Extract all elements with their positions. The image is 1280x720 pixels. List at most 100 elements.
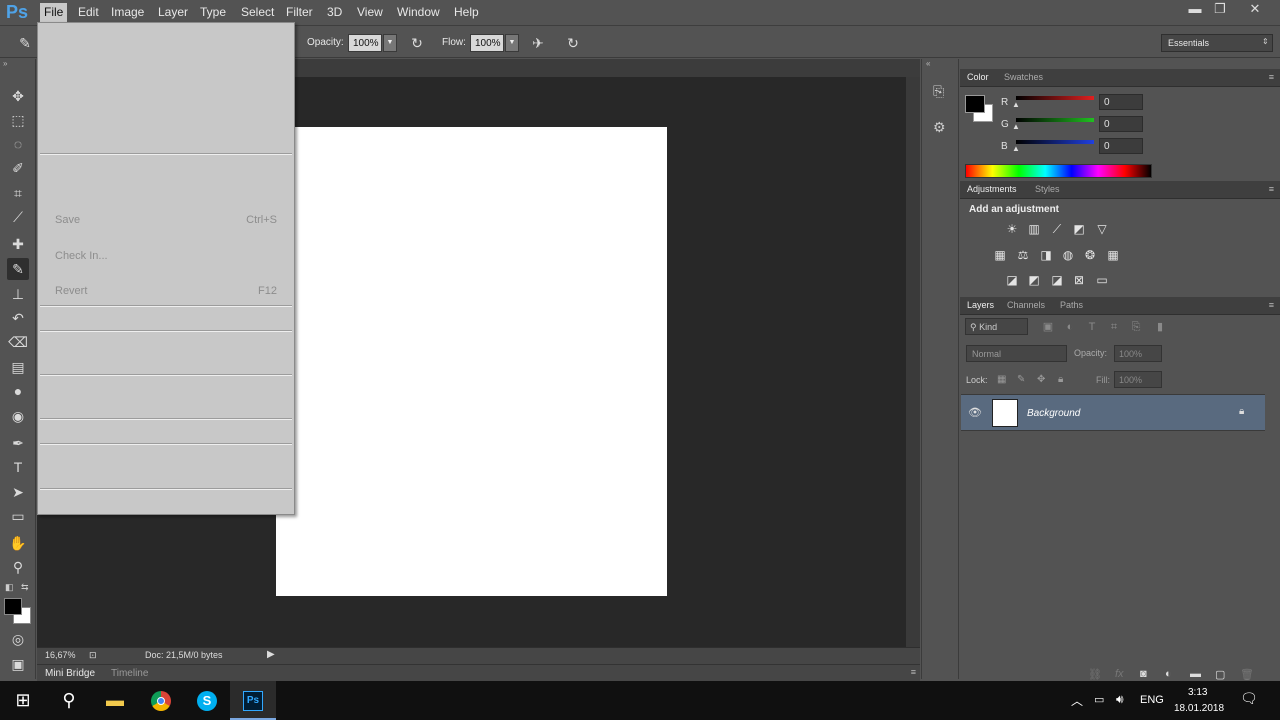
- filter-pixel-icon[interactable]: ▣: [1041, 320, 1055, 334]
- clock-date[interactable]: 18.01.2018: [1174, 703, 1224, 714]
- quick-selection-tool-icon[interactable]: ✐: [7, 157, 29, 179]
- color-balance-icon[interactable]: ⚖: [1015, 247, 1031, 263]
- brush-tool-icon[interactable]: ✎: [7, 258, 29, 280]
- chrome-icon[interactable]: [138, 681, 184, 720]
- status-menu-arrow-icon[interactable]: ▶: [267, 649, 275, 660]
- pressure-size-icon[interactable]: ↻: [564, 34, 582, 52]
- clone-stamp-tool-icon[interactable]: ⊥: [7, 283, 29, 305]
- status-info-icon[interactable]: ⊡: [89, 650, 97, 661]
- levels-icon[interactable]: ▥: [1026, 221, 1042, 237]
- lasso-tool-icon[interactable]: ◌: [7, 133, 29, 155]
- tray-chevron-icon[interactable]: ︿: [1071, 692, 1083, 709]
- filter-shape-icon[interactable]: ⌗: [1107, 320, 1121, 334]
- new-adjustment-layer-icon[interactable]: ◐: [1165, 668, 1172, 680]
- lock-pixels-icon[interactable]: ✎: [1017, 374, 1025, 385]
- photo-filter-icon[interactable]: ◍: [1060, 247, 1076, 263]
- exposure-icon[interactable]: ◩: [1071, 221, 1087, 237]
- blend-mode-select[interactable]: Normal: [966, 345, 1067, 362]
- brightness-contrast-icon[interactable]: ☀: [1004, 221, 1020, 237]
- channel-g-value[interactable]: 0: [1099, 116, 1143, 132]
- close-button[interactable]: ✕: [1240, 0, 1270, 20]
- history-panel-icon[interactable]: ⎘: [933, 83, 944, 100]
- layers-panel-menu-icon[interactable]: ≡: [1269, 300, 1274, 310]
- airbrush-icon[interactable]: ✈: [529, 34, 547, 52]
- add-mask-icon[interactable]: ◙: [1140, 668, 1147, 680]
- gradient-tool-icon[interactable]: ▤: [7, 356, 29, 378]
- menu-item-save[interactable]: Save: [55, 214, 80, 226]
- quick-mask-icon[interactable]: ◎: [7, 628, 29, 650]
- menu-item-check-in[interactable]: Check In...: [55, 250, 108, 262]
- path-selection-tool-icon[interactable]: ➤: [7, 481, 29, 503]
- photoshop-taskbar-icon[interactable]: Ps: [230, 681, 276, 720]
- filter-toggle-icon[interactable]: ▮: [1153, 320, 1167, 334]
- color-spectrum-ramp[interactable]: [965, 164, 1152, 178]
- tab-color[interactable]: Color: [967, 72, 989, 82]
- menu-view[interactable]: View: [353, 5, 387, 19]
- menu-window[interactable]: Window: [393, 5, 444, 19]
- menu-filter[interactable]: Filter: [282, 5, 317, 19]
- lock-all-icon[interactable]: 🔒︎: [1058, 374, 1063, 385]
- menu-type[interactable]: Type: [196, 5, 230, 19]
- filter-smart-object-icon[interactable]: ⎘: [1129, 320, 1143, 334]
- volume-icon[interactable]: 🔊︎: [1116, 692, 1124, 707]
- curves-icon[interactable]: ⟋: [1049, 221, 1065, 237]
- history-brush-tool-icon[interactable]: ↶: [7, 307, 29, 329]
- channel-r-value[interactable]: 0: [1099, 94, 1143, 110]
- menu-layer[interactable]: Layer: [154, 5, 192, 19]
- zoom-level[interactable]: 16,67%: [45, 650, 76, 660]
- layer-style-icon[interactable]: fx: [1115, 668, 1124, 680]
- tab-mini-bridge[interactable]: Mini Bridge: [45, 668, 95, 679]
- menu-select[interactable]: Select: [237, 5, 278, 19]
- lock-position-icon[interactable]: ✥: [1037, 374, 1045, 385]
- layer-row[interactable]: 👁︎ Background 🔒︎: [961, 394, 1265, 431]
- language-indicator[interactable]: ENG: [1140, 694, 1164, 706]
- workspace-select[interactable]: Essentials: [1161, 34, 1273, 52]
- adjustments-panel-menu-icon[interactable]: ≡: [1269, 184, 1274, 194]
- color-panel-menu-icon[interactable]: ≡: [1269, 72, 1274, 82]
- filter-adjustment-icon[interactable]: ◐: [1063, 320, 1077, 334]
- tab-swatches[interactable]: Swatches: [1004, 72, 1043, 82]
- new-group-icon[interactable]: ▬: [1190, 668, 1201, 680]
- tab-channels[interactable]: Channels: [1007, 300, 1045, 310]
- layer-name[interactable]: Background: [1027, 408, 1080, 419]
- opacity-dropdown-icon[interactable]: ▼: [383, 34, 397, 52]
- color-foreground-swatch[interactable]: [965, 95, 985, 113]
- posterize-icon[interactable]: ◩: [1026, 272, 1042, 288]
- fill-field[interactable]: 100%: [1114, 371, 1162, 388]
- screen-mode-icon[interactable]: ▣: [7, 653, 29, 675]
- expand-icon[interactable]: «: [926, 59, 930, 68]
- rectangle-tool-icon[interactable]: ▭: [7, 505, 29, 527]
- skype-icon[interactable]: S: [184, 681, 230, 720]
- invert-icon[interactable]: ◪: [1004, 272, 1020, 288]
- battery-icon[interactable]: ▭: [1094, 693, 1104, 706]
- canvas[interactable]: [276, 127, 667, 596]
- layer-filter-select[interactable]: ⚲ Kind: [965, 318, 1028, 335]
- notifications-icon[interactable]: 🗨︎: [1240, 690, 1258, 707]
- threshold-icon[interactable]: ◪: [1049, 272, 1065, 288]
- channel-b-slider[interactable]: [1016, 140, 1094, 144]
- delete-layer-icon[interactable]: 🗑︎: [1240, 668, 1254, 681]
- channel-g-thumb-icon[interactable]: ▲: [1012, 122, 1020, 131]
- blur-tool-icon[interactable]: ●: [7, 380, 29, 402]
- search-icon[interactable]: ⚲: [46, 681, 92, 720]
- restore-button[interactable]: ❐: [1205, 0, 1235, 20]
- tab-styles[interactable]: Styles: [1035, 184, 1060, 194]
- menu-3d[interactable]: 3D: [323, 5, 346, 19]
- swap-colors-icon[interactable]: ⇆: [21, 582, 29, 593]
- new-layer-icon[interactable]: ▢: [1215, 668, 1225, 681]
- brush-preset-icon[interactable]: ✎: [16, 34, 34, 52]
- menu-help[interactable]: Help: [450, 5, 483, 19]
- color-lookup-icon[interactable]: ▦: [1105, 247, 1121, 263]
- menu-file[interactable]: File: [40, 3, 68, 24]
- collapse-icon[interactable]: »: [3, 59, 7, 68]
- tab-paths[interactable]: Paths: [1060, 300, 1083, 310]
- windows-start-icon[interactable]: ⊞: [0, 681, 46, 720]
- pressure-opacity-icon[interactable]: ↻: [408, 34, 426, 52]
- flow-field[interactable]: 100%: [470, 34, 504, 52]
- menu-item-revert[interactable]: Revert: [55, 285, 87, 297]
- default-colors-icon[interactable]: ◧: [5, 582, 14, 593]
- tab-timeline[interactable]: Timeline: [111, 668, 148, 679]
- vertical-scrollbar[interactable]: [906, 77, 920, 647]
- marquee-tool-icon[interactable]: ⬚: [7, 109, 29, 131]
- zoom-tool-icon[interactable]: ⚲: [7, 556, 29, 578]
